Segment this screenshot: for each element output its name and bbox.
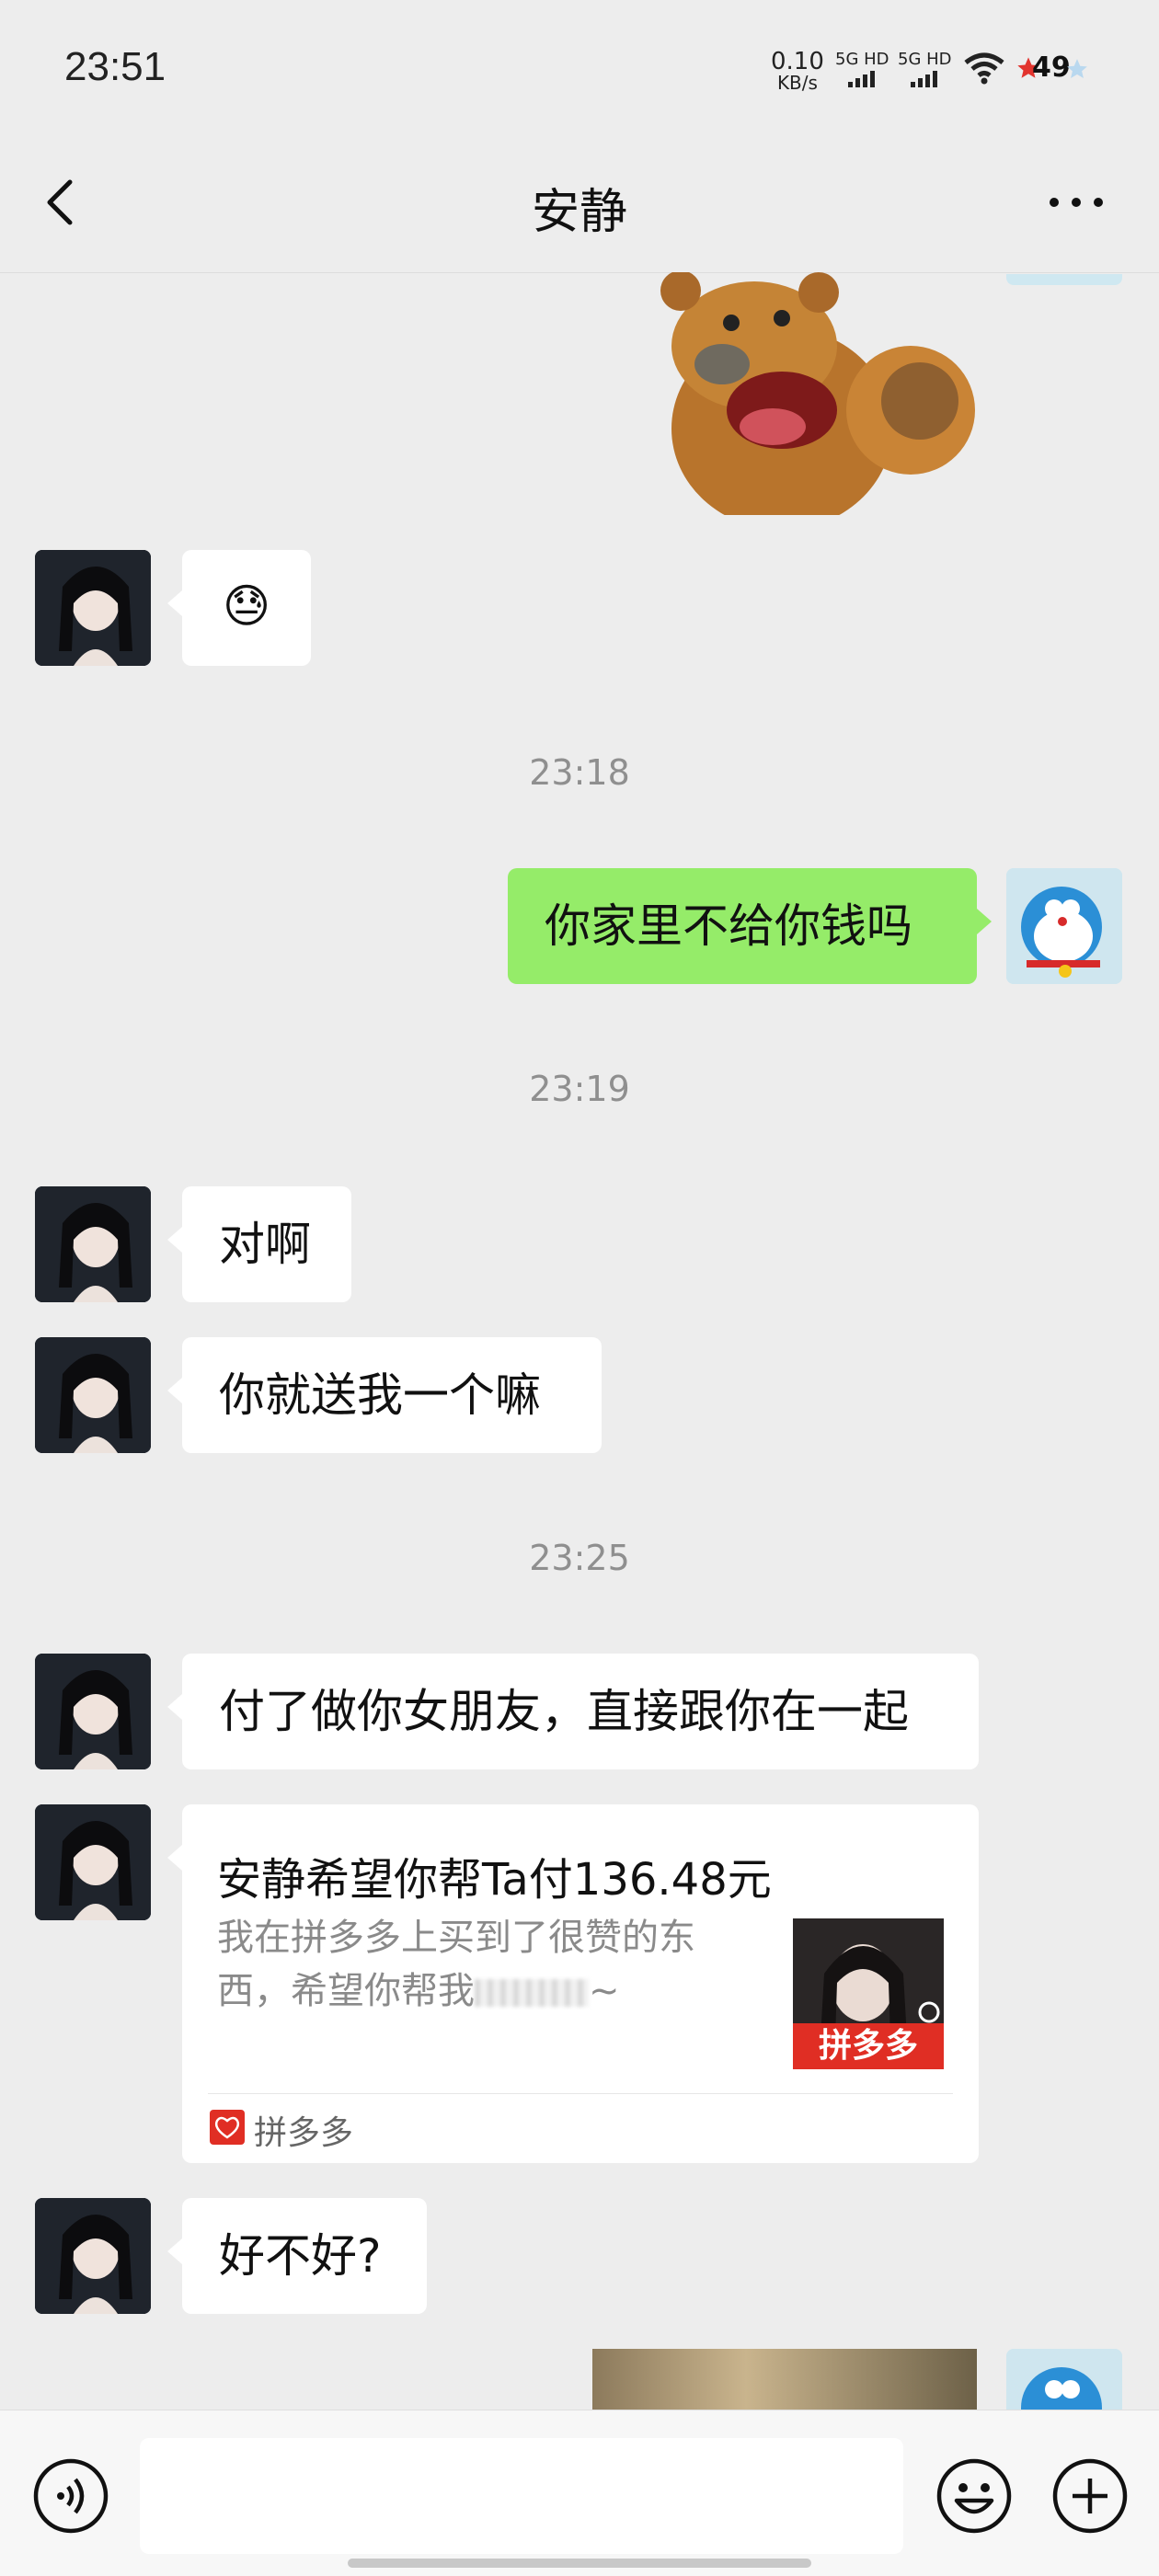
contact-avatar-image: [35, 550, 151, 666]
avatar-contact[interactable]: [35, 1804, 151, 1920]
timestamp: 23:19: [529, 1069, 630, 1109]
doraemon-avatar-image: [1006, 2349, 1122, 2410]
signal-label-1: 5G HD: [835, 50, 889, 69]
signal-label-2: 5G HD: [898, 50, 952, 69]
timestamp: 23:25: [529, 1538, 630, 1578]
signal-icon: [911, 71, 952, 87]
card-description-line1: 我在拼多多上买到了很赞的东: [217, 1917, 695, 1959]
status-bar: 23:51 0.10 KB/s 5G HD 5G HD 49: [0, 0, 1159, 138]
message-bubble-self[interactable]: 你家里不给你钱吗: [508, 868, 992, 984]
message-input[interactable]: [140, 2438, 903, 2554]
message-bubble-emoji[interactable]: 😓: [167, 550, 311, 666]
avatar-self[interactable]: [1006, 2349, 1122, 2410]
card-title: 安静希望你帮Ta付136.48元: [217, 1854, 772, 1906]
pdd-thumb-banner: 拼多多: [793, 2023, 944, 2069]
heart-logo-icon: [214, 2116, 240, 2139]
network-speed: 0.10 KB/s: [771, 50, 824, 92]
emoji-icon[interactable]: [935, 2456, 1014, 2536]
voice-icon[interactable]: [31, 2456, 110, 2536]
emoji-icon: 😓: [222, 579, 271, 633]
message-bubble-contact[interactable]: 付了做你女朋友，直接跟你在一起: [167, 1654, 979, 1769]
card-source: 拼多多: [254, 2114, 354, 2152]
avatar-contact[interactable]: [35, 1186, 151, 1302]
contact-avatar-image: [35, 2198, 151, 2314]
contact-avatar-image: [35, 1337, 151, 1453]
star-outline-icon: [1067, 59, 1087, 78]
pinduoduo-logo-icon: [210, 2110, 245, 2145]
plus-icon[interactable]: [1050, 2456, 1130, 2536]
message-bubble-contact[interactable]: 对啊: [167, 1186, 351, 1302]
signal-5g-2: 5G HD: [898, 50, 952, 87]
avatar-self[interactable]: [1006, 274, 1122, 285]
home-indicator[interactable]: [348, 2559, 811, 2568]
message-bubble-contact[interactable]: 你就送我一个嘛: [167, 1337, 602, 1453]
pay-request-card[interactable]: 安静希望你帮Ta付136.48元 我在拼多多上买到了很赞的东 西，希望你帮我 ~ …: [167, 1804, 979, 2163]
network-speed-unit: KB/s: [776, 72, 818, 94]
status-time: 23:51: [64, 44, 166, 89]
avatar-contact[interactable]: [35, 550, 151, 666]
card-description: 我在拼多多上买到了很赞的东 西，希望你帮我 ~: [217, 1911, 760, 2018]
contact-avatar-image: [35, 1186, 151, 1302]
image-message-self[interactable]: [592, 2349, 977, 2410]
bear-sticker-image[interactable]: [644, 272, 975, 515]
signal-icon: [848, 71, 889, 87]
wifi-icon: [964, 52, 1004, 85]
message-bubble-contact[interactable]: 好不好?: [167, 2198, 427, 2314]
input-bar: [0, 2410, 1159, 2576]
card-divider: [208, 2093, 953, 2094]
signal-5g-1: 5G HD: [835, 50, 889, 87]
contact-avatar-image: [35, 1654, 151, 1769]
card-description-line2-wrap: 西，希望你帮我 ~: [217, 1964, 760, 2018]
card-description-tail: ~: [589, 1970, 620, 2012]
chat-header: 安静: [0, 138, 1159, 273]
contact-avatar-image: [35, 1804, 151, 1920]
card-description-line2: 西，希望你帮我: [217, 1970, 475, 2012]
chat-title: 安静: [531, 185, 627, 240]
product-thumbnail: 拼多多: [793, 1918, 944, 2069]
avatar-contact[interactable]: [35, 1654, 151, 1769]
doraemon-avatar-image: [1006, 868, 1122, 984]
avatar-self[interactable]: [1006, 868, 1122, 984]
more-dots-icon[interactable]: [1039, 175, 1113, 230]
network-speed-value: 0.10: [771, 48, 824, 75]
timestamp: 23:18: [529, 752, 630, 793]
avatar-contact[interactable]: [35, 1337, 151, 1453]
blurred-text: [475, 1979, 589, 2007]
avatar-contact[interactable]: [35, 2198, 151, 2314]
